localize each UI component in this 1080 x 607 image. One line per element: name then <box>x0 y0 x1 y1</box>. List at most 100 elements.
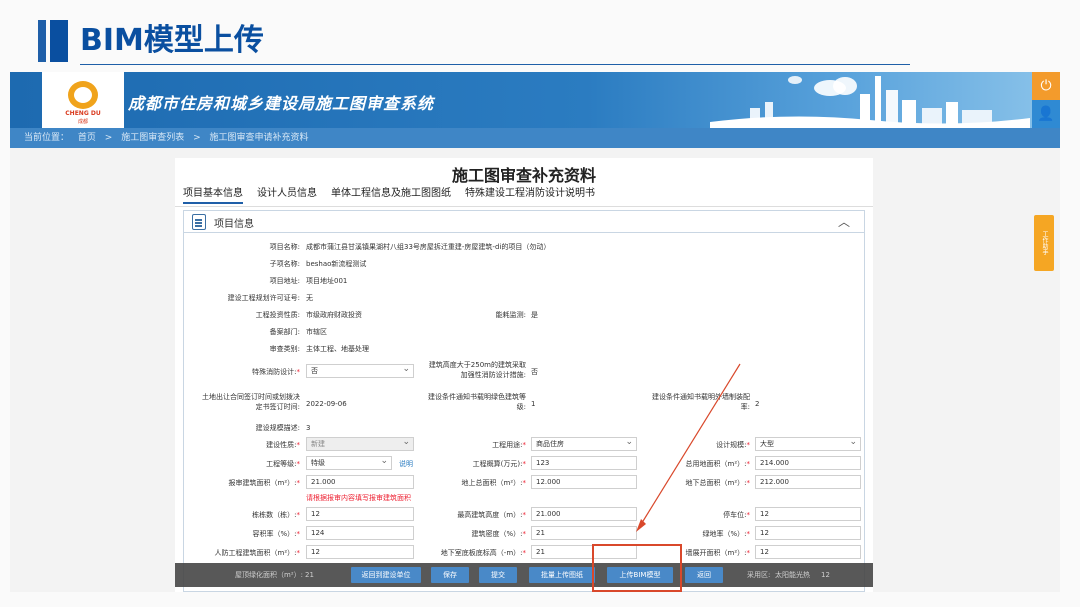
upload-bim-highlight-box <box>592 544 682 592</box>
sub-name-label: 子项名称: <box>269 260 300 268</box>
report-area-label: 报审建筑面积（m²）:* <box>228 479 300 487</box>
max-height-input[interactable]: 21.000 <box>531 507 637 521</box>
project-name-label: 项目名称: <box>269 243 300 251</box>
submit-button[interactable]: 提交 <box>479 567 517 583</box>
address-value: 项目地址001 <box>306 277 348 285</box>
nature-label: 建设性质:* <box>266 441 300 449</box>
tab-unit-drawings[interactable]: 单体工程信息及施工图图纸 <box>331 184 451 204</box>
design-scale-select[interactable]: 大型 <box>755 436 861 451</box>
breadcrumb-home[interactable]: 首页 <box>78 133 96 143</box>
nature-select[interactable]: 新建 <box>306 436 414 451</box>
tab-designers[interactable]: 设计人员信息 <box>257 184 317 204</box>
breadcrumb: 当前位置： 首页 > 施工图审查列表 > 施工图审查申请补充资料 <box>10 128 1060 148</box>
solar-label: 采用区: <box>747 571 771 579</box>
land-date-label: 土地出让合同签订时间或划拨决定书签订时间: <box>202 393 300 411</box>
breadcrumb-sep: > <box>193 133 201 143</box>
header-banner: CHENG DU 成都 成都市住房和城乡建设局施工图审查系统 ⏻ 👤 <box>10 72 1060 128</box>
review-type-label: 审查类别: <box>269 345 300 353</box>
density-input[interactable]: 21 <box>531 526 637 540</box>
fire-design-label: 特殊消防设计:* <box>252 368 300 376</box>
back-to-builder-button[interactable]: 返回到建设单位 <box>351 567 421 583</box>
tab-bar: 项目基本信息 设计人员信息 单体工程信息及施工图图纸 特殊建设工程消防设计说明书 <box>183 184 595 204</box>
permit-label: 建设工程规划许可证号: <box>227 294 300 302</box>
permit-value: 无 <box>306 294 313 302</box>
section-title: 项目信息 <box>214 219 254 230</box>
bottom-toolbar: 屋顶绿化面积（m²）: 21 返回到建设单位 保存 提交 批量上传图纸 上传BI… <box>175 563 873 587</box>
buildings-label: 栋栋数（栋）:* <box>252 511 300 519</box>
chevron-up-icon[interactable]: ︿ <box>838 213 850 230</box>
section-header[interactable]: 项目信息 ︿ <box>184 211 864 233</box>
energy-value: 是 <box>531 311 538 319</box>
user-button[interactable]: 👤 <box>1032 100 1060 128</box>
above-area-input[interactable]: 12.000 <box>531 475 637 489</box>
above-area-label: 地上总面积（m²）:* <box>461 479 526 487</box>
record-dept-value: 市辖区 <box>306 328 327 336</box>
report-area-input[interactable]: 21.000 <box>306 475 414 489</box>
power-button[interactable]: ⏻ <box>1032 72 1060 100</box>
green-rate-input[interactable]: 12 <box>755 526 861 540</box>
civil-defense-input[interactable]: 12 <box>306 545 414 559</box>
under-area-input[interactable]: 212.000 <box>755 475 861 489</box>
logo-icon <box>68 81 98 109</box>
slide-title: BIM模型上传 <box>80 23 264 58</box>
save-button[interactable]: 保存 <box>431 567 469 583</box>
sub-name-value: beshao新流程测试 <box>306 260 367 268</box>
fire-design-select[interactable]: 否 <box>306 363 414 378</box>
green-level-value: 1 <box>531 400 536 408</box>
tab-project-info[interactable]: 项目基本信息 <box>183 184 243 204</box>
slide-divider <box>80 64 910 65</box>
project-name-value: 成都市蒲江县甘溪镇果湖村八组33号房屋拆迁重建-房屋建筑-di的项目（勿动） <box>306 243 551 251</box>
scale-desc-label: 建设规模描述: <box>255 424 300 432</box>
max-height-label: 最高建筑高度（m）:* <box>457 511 526 519</box>
breadcrumb-current: 施工图审查申请补充资料 <box>209 133 309 143</box>
density-label: 建筑密度（%）:* <box>471 530 526 538</box>
roof-green-value: 21 <box>305 571 314 579</box>
civil-defense-label: 人防工程建筑面积（m²）:* <box>214 549 300 557</box>
document-icon <box>192 214 206 230</box>
energy-label: 能耗监测: <box>495 311 526 319</box>
grade-help-link[interactable]: 说明 <box>399 459 413 469</box>
logo-text: CHENG DU <box>65 110 101 117</box>
assembly-rate-value: 2 <box>755 400 760 408</box>
far-label: 容积率（%）:* <box>252 530 300 538</box>
review-type-value: 主体工程、地基处理 <box>306 345 369 353</box>
logo-subtext: 成都 <box>77 119 88 125</box>
far-input[interactable]: 124 <box>306 526 414 540</box>
grade-select[interactable]: 特级 <box>306 455 392 470</box>
buildings-input[interactable]: 12 <box>306 507 414 521</box>
invest-amount-label: 工程概算(万元):* <box>472 460 526 468</box>
invest-nature-label: 工程投资性质: <box>255 311 300 319</box>
skyline-illustration <box>710 76 1030 128</box>
use-select[interactable]: 商品住房 <box>531 436 637 451</box>
invest-amount-input[interactable]: 123 <box>531 456 637 470</box>
page-title: 施工图审查补充资料 <box>451 166 596 185</box>
land-area-label: 总用地面积（m²）:* <box>685 460 750 468</box>
parking-label: 停车位:* <box>723 511 750 519</box>
invest-nature-value: 市级政府财政投资 <box>306 311 362 319</box>
use-label: 工程用途:* <box>492 441 526 449</box>
under-area-label: 地下总面积（m²）:* <box>685 479 750 487</box>
green-level-label: 建设条件通知书载明绿色建筑等级: <box>428 393 526 411</box>
base-elevation-label: 地下室底板底标高（-m）:* <box>440 549 526 557</box>
tab-divider <box>175 206 873 207</box>
assembly-rate-label: 建设条件通知书载明外墙制装配率: <box>652 393 750 411</box>
design-scale-label: 设计规模:* <box>716 441 750 449</box>
breadcrumb-sep: > <box>104 133 113 143</box>
green-rate-label: 绿地率（%）:* <box>702 530 750 538</box>
breadcrumb-review-list[interactable]: 施工图审查列表 <box>121 133 184 143</box>
breadcrumb-prefix: 当前位置： <box>24 133 70 143</box>
area-warning: 请根据报审内容填写报审建筑面积 <box>306 494 411 502</box>
assistant-float-tab[interactable]: 工作助手 <box>1034 215 1054 271</box>
logo: CHENG DU 成都 <box>42 72 124 128</box>
high-rise-value: 否 <box>531 368 538 376</box>
slide-accent-bar <box>38 20 46 62</box>
land-area-input[interactable]: 214.000 <box>755 456 861 470</box>
system-title: 成都市住房和城乡建设局施工图审查系统 <box>128 94 435 113</box>
tab-fire-design[interactable]: 特殊建设工程消防设计说明书 <box>465 184 595 204</box>
return-button[interactable]: 返回 <box>685 567 723 583</box>
roof-green-label: 屋顶绿化面积（m²）: <box>235 571 303 579</box>
batch-upload-button[interactable]: 批量上传图纸 <box>529 567 595 583</box>
facade-area-input[interactable]: 12 <box>755 545 861 559</box>
solar-extra-value: 12 <box>821 571 830 579</box>
parking-input[interactable]: 12 <box>755 507 861 521</box>
